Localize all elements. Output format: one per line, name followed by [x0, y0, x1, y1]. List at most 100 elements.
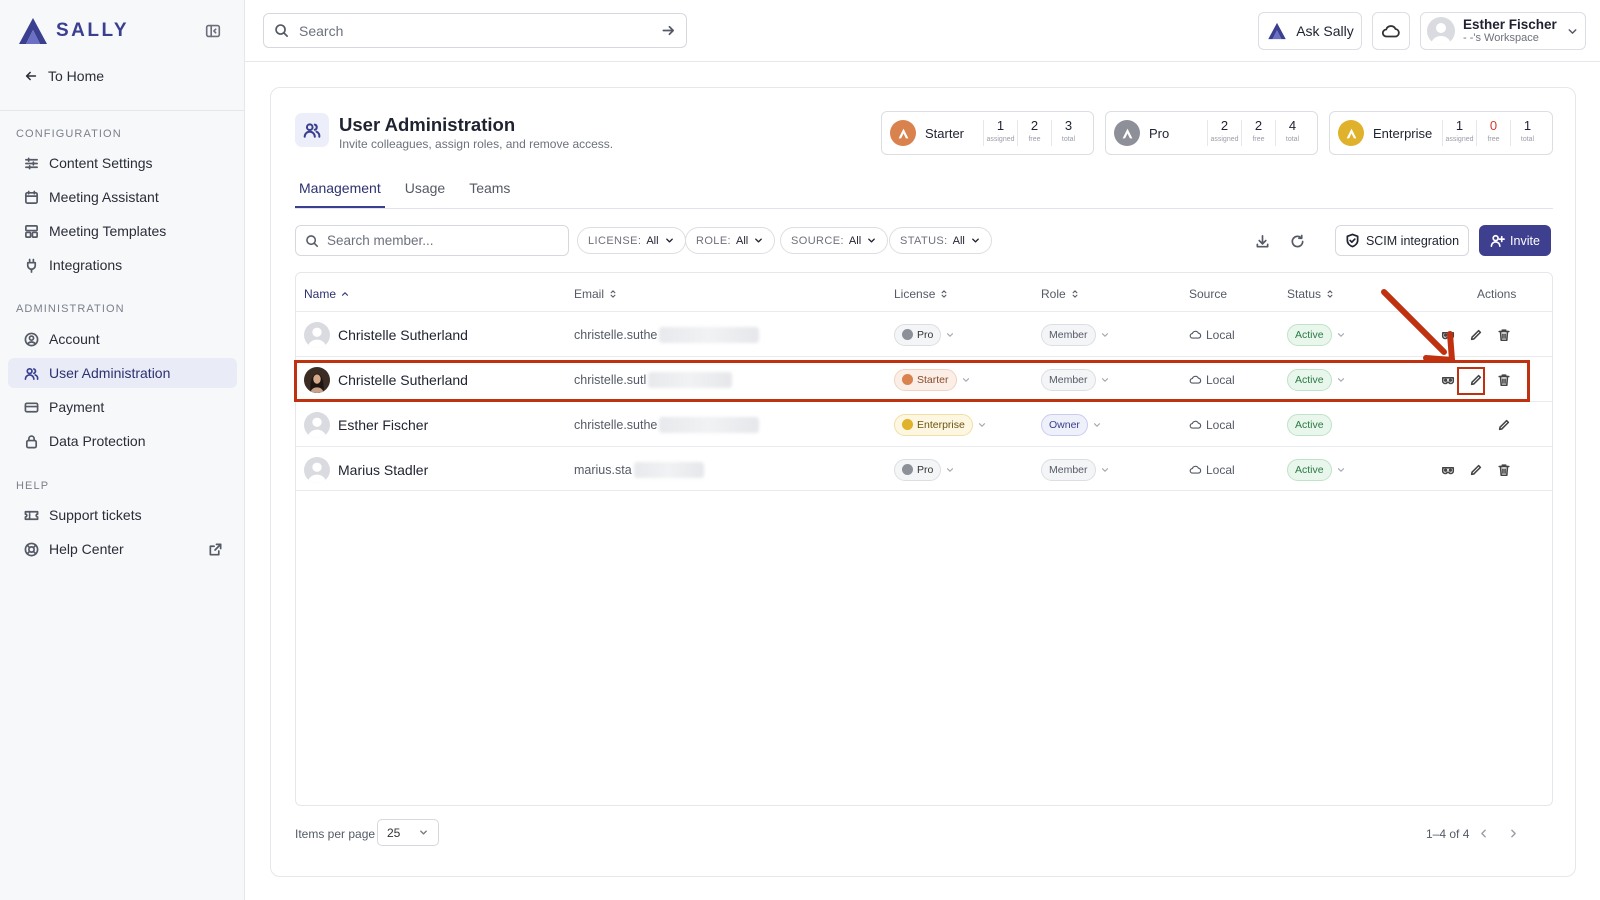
table-row[interactable]: Christelle Sutherland christelle.sutl St… — [296, 356, 1552, 401]
section-label-help: HELP — [16, 480, 50, 492]
filter-license[interactable]: LICENSE: All — [577, 227, 686, 254]
table-row[interactable]: Marius Stadler marius.sta Pro Member Loc… — [296, 446, 1552, 491]
member-search-input[interactable] — [327, 233, 559, 248]
filter-label: STATUS: — [900, 234, 948, 247]
license-select[interactable]: Starter — [894, 357, 971, 402]
avatar — [304, 366, 330, 393]
tab-teams[interactable]: Teams — [465, 172, 514, 208]
status-select[interactable]: Active — [1287, 447, 1346, 492]
chevron-down-icon — [1337, 377, 1344, 382]
brand-name: SALLY — [56, 20, 130, 41]
status-select[interactable]: Active — [1287, 312, 1346, 357]
column-header-actions: Actions — [1477, 287, 1516, 301]
license-free: 0 free — [1476, 119, 1510, 146]
cloud-icon — [1381, 25, 1400, 38]
search-icon — [275, 24, 288, 37]
member-search[interactable] — [295, 225, 569, 256]
lifebuoy-icon — [24, 542, 39, 556]
trash-icon[interactable] — [1492, 458, 1516, 482]
sidebar-item-integrations[interactable]: Integrations — [8, 250, 237, 280]
filter-role[interactable]: ROLE: All — [685, 227, 776, 254]
global-search-input[interactable] — [299, 22, 651, 39]
impersonate-icon[interactable] — [1436, 368, 1460, 392]
download-button[interactable] — [1249, 228, 1275, 254]
tab-usage[interactable]: Usage — [401, 172, 449, 208]
chevron-down-icon — [1101, 332, 1108, 337]
column-header-name[interactable]: Name — [304, 287, 350, 301]
user-placeholder-icon — [1431, 23, 1451, 45]
sidebar-item-account[interactable]: Account — [8, 324, 237, 354]
edit-icon[interactable] — [1464, 368, 1488, 392]
filter-source[interactable]: SOURCE: All — [780, 227, 889, 254]
column-header-email[interactable]: Email — [574, 287, 618, 301]
license-select[interactable]: Pro — [894, 312, 955, 357]
tab-management[interactable]: Management — [295, 172, 385, 208]
column-header-license[interactable]: License — [894, 287, 949, 301]
scim-label: SCIM integration — [1365, 233, 1460, 248]
next-page-button[interactable] — [1501, 821, 1525, 845]
sidebar-item-meeting-templates[interactable]: Meeting Templates — [8, 216, 237, 246]
global-search[interactable] — [263, 13, 687, 48]
sidebar-divider — [0, 110, 245, 111]
chevron-down-icon — [1101, 377, 1108, 382]
sidebar-item-help-center[interactable]: Help Center — [8, 534, 237, 564]
cloud-sync-button[interactable] — [1372, 12, 1410, 50]
license-select[interactable]: Pro — [894, 447, 955, 492]
chevron-left-icon — [1480, 829, 1486, 837]
items-per-page-select[interactable]: 25 — [377, 819, 439, 846]
sidebar-item-meeting-assistant[interactable]: Meeting Assistant — [8, 182, 237, 212]
arrow-right-icon[interactable] — [661, 23, 676, 38]
trash-icon[interactable] — [1492, 323, 1516, 347]
sidebar: SALLY To Home CONFIGURATION Content Sett… — [0, 0, 245, 900]
table-row[interactable]: Esther Fischer christelle.suthe Enterpri… — [296, 401, 1552, 446]
back-to-home-link[interactable]: To Home — [24, 68, 104, 84]
sidebar-collapse-icon[interactable] — [204, 22, 224, 42]
sidebar-item-label: Data Protection — [49, 433, 146, 449]
user-menu[interactable]: Esther Fischer - -'s Workspace — [1420, 12, 1586, 50]
edit-icon[interactable] — [1464, 323, 1488, 347]
impersonate-icon[interactable] — [1436, 458, 1460, 482]
sidebar-item-user-administration[interactable]: User Administration — [8, 358, 237, 388]
license-name: Enterprise — [1373, 125, 1433, 141]
license-select[interactable]: Enterprise — [894, 402, 987, 447]
filter-status[interactable]: STATUS: All — [889, 227, 992, 254]
column-header-role[interactable]: Role — [1041, 287, 1080, 301]
member-name: Marius Stadler — [338, 461, 429, 478]
sort-icon — [1327, 290, 1333, 298]
lock-icon — [25, 434, 38, 448]
chevron-down-icon — [978, 422, 985, 427]
column-header-status[interactable]: Status — [1287, 287, 1335, 301]
status-select[interactable]: Active — [1287, 357, 1346, 402]
scim-integration-button[interactable]: SCIM integration — [1335, 225, 1469, 256]
chevron-down-icon — [420, 830, 427, 835]
sidebar-item-label: Support tickets — [49, 507, 142, 523]
ask-sally-button[interactable]: Ask Sally — [1258, 12, 1362, 50]
invite-button[interactable]: Invite — [1479, 225, 1551, 256]
brand[interactable]: SALLY — [16, 14, 129, 48]
sidebar-item-data-protection[interactable]: Data Protection — [8, 426, 237, 456]
table-row[interactable]: Christelle Sutherland christelle.suthe P… — [296, 311, 1552, 356]
role-select[interactable]: Member — [1041, 312, 1110, 357]
trash-icon[interactable] — [1492, 368, 1516, 392]
chevron-down-icon — [1568, 28, 1577, 34]
license-value: Starter — [917, 373, 949, 386]
edit-icon[interactable] — [1464, 458, 1488, 482]
role-select[interactable]: Member — [1041, 357, 1110, 402]
sidebar-item-content-settings[interactable]: Content Settings — [8, 148, 237, 178]
column-label: Role — [1041, 287, 1066, 301]
sidebar-item-payment[interactable]: Payment — [8, 392, 237, 422]
license-assigned: 2 assigned — [1207, 119, 1241, 146]
role-select[interactable]: Owner — [1041, 402, 1102, 447]
refresh-button[interactable] — [1284, 228, 1310, 254]
previous-page-button[interactable] — [1471, 821, 1495, 845]
role-value: Owner — [1049, 418, 1080, 431]
role-select[interactable]: Member — [1041, 447, 1110, 492]
impersonate-icon[interactable] — [1436, 323, 1460, 347]
role-value: Member — [1049, 463, 1088, 476]
edit-icon[interactable] — [1492, 413, 1516, 437]
license-value: Pro — [917, 463, 934, 476]
chevron-down-icon — [971, 238, 979, 243]
license-name: Starter — [925, 125, 965, 141]
column-label: Email — [574, 287, 605, 301]
sidebar-item-support-tickets[interactable]: Support tickets — [8, 500, 237, 530]
